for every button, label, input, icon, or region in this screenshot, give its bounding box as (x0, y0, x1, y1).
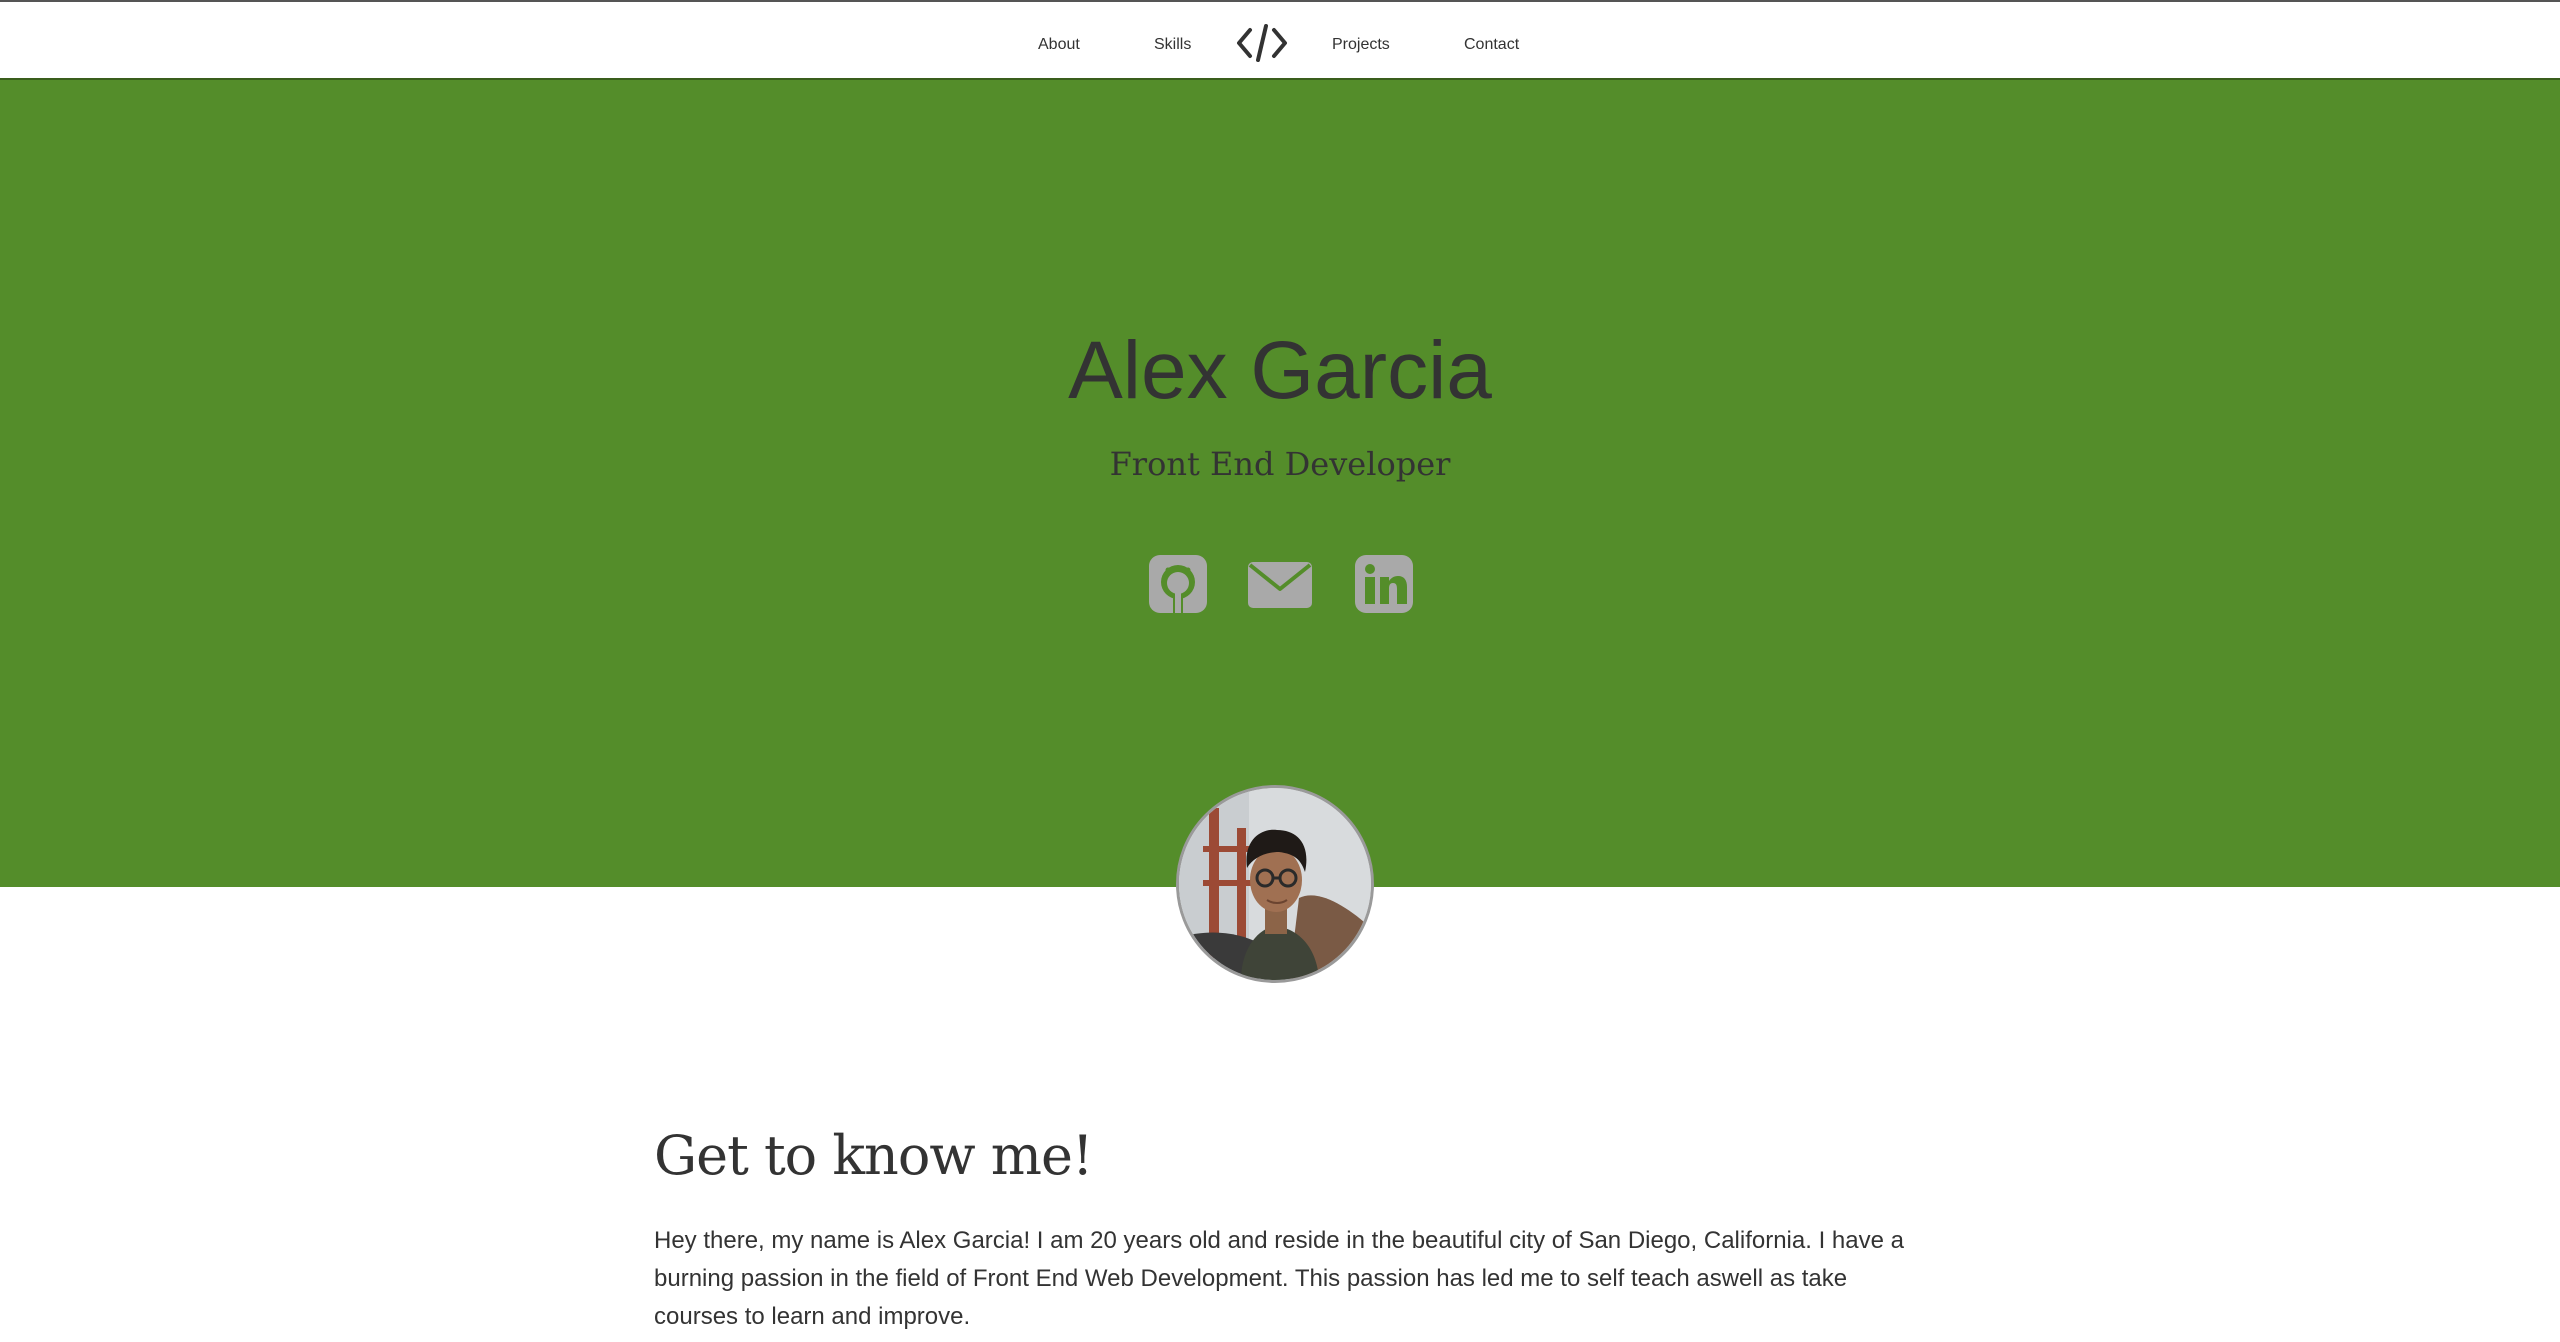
linkedin-icon[interactable] (1352, 552, 1416, 616)
code-brackets-icon[interactable] (1236, 20, 1288, 66)
nav-link-skills[interactable]: Skills (1154, 36, 1191, 54)
about-heading: Get to know me! (654, 1124, 1094, 1187)
hero-subtitle: Front End Developer (1109, 445, 1451, 483)
profile-photo-avatar (1176, 785, 1374, 983)
envelope-icon[interactable] (1246, 552, 1312, 616)
github-icon[interactable] (1146, 552, 1210, 616)
nav-link-projects[interactable]: Projects (1332, 36, 1390, 54)
nav-link-about[interactable]: About (1038, 36, 1080, 54)
hero-section: Alex Garcia Front End Developer (0, 80, 2560, 887)
hero-name: Alex Garcia (1068, 325, 1492, 416)
about-paragraph: Hey there, my name is Alex Garcia! I am … (654, 1227, 1904, 1330)
top-navigation-bar: About Skills Projects Contact (0, 0, 2560, 80)
nav-link-contact[interactable]: Contact (1464, 36, 1519, 54)
